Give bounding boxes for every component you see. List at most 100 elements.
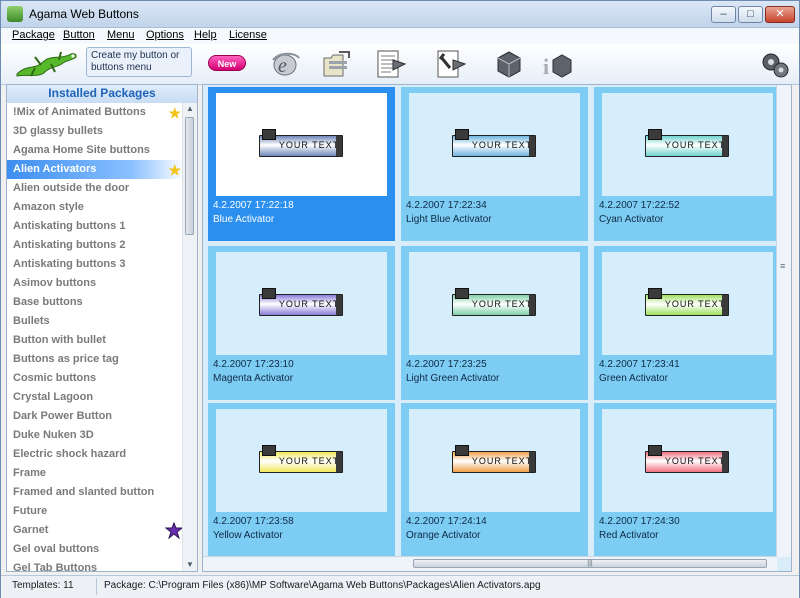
package-item[interactable]: Cosmic buttons — [7, 369, 185, 388]
create-button-hint[interactable]: Create my button or buttons menu — [86, 47, 192, 77]
button-preview-icon — [648, 445, 662, 456]
template-preview: YOUR TEXT — [409, 409, 580, 512]
package-item[interactable]: Garnet — [7, 521, 185, 540]
template-preview: YOUR TEXT — [216, 93, 387, 196]
scroll-down-icon[interactable]: ▼ — [183, 559, 197, 571]
package-item[interactable]: Duke Nuken 3D — [7, 426, 185, 445]
template-name: Light Blue Activator — [406, 214, 492, 225]
menu-license[interactable]: License — [229, 29, 267, 41]
internet-explorer-icon[interactable]: e — [269, 48, 301, 80]
button-preview-text: YOUR TEXT — [664, 140, 726, 150]
package-item-label: Button with bullet — [13, 334, 106, 346]
package-item[interactable]: Bullets — [7, 312, 185, 331]
template-tile[interactable]: YOUR TEXT 4.2.2007 17:24:14 Orange Activat… — [401, 403, 588, 557]
template-tile[interactable]: YOUR TEXT 4.2.2007 17:22:52 Cyan Activator — [594, 87, 781, 241]
template-name: Yellow Activator — [213, 530, 283, 541]
templates-grid: YOUR TEXT 4.2.2007 17:22:18 Blue Activator… — [202, 84, 792, 572]
package-item-label: Garnet — [13, 524, 49, 536]
button-preview-text: YOUR TEXT — [471, 299, 533, 309]
minimize-button[interactable]: – — [711, 6, 736, 23]
package-item[interactable]: Gel oval buttons — [7, 540, 185, 559]
menu-options[interactable]: Options — [146, 29, 184, 41]
template-date: 4.2.2007 17:23:58 — [213, 516, 294, 527]
package-item[interactable]: Buttons as price tag — [7, 350, 185, 369]
template-tile[interactable]: YOUR TEXT 4.2.2007 17:22:18 Blue Activator — [208, 87, 395, 241]
export-icon[interactable] — [321, 48, 353, 80]
package-item[interactable]: Asimov buttons — [7, 274, 185, 293]
package-item-label: Cosmic buttons — [13, 372, 97, 384]
package-item[interactable]: Gel Tab Buttons — [7, 559, 185, 572]
button-preview-icon — [648, 129, 662, 140]
template-tile[interactable]: YOUR TEXT 4.2.2007 17:23:58 Yellow Activat… — [208, 403, 395, 557]
template-preview: YOUR TEXT — [602, 93, 773, 196]
gears-icon[interactable] — [759, 48, 791, 80]
template-preview: YOUR TEXT — [602, 252, 773, 355]
templates-horizontal-scrollbar[interactable]: ||| — [203, 556, 777, 571]
package-item-label: Alien Activators — [13, 163, 97, 175]
button-tools-icon[interactable] — [435, 48, 467, 80]
package-item-label: Frame — [13, 467, 47, 479]
package-item-label: Alien outside the door — [13, 182, 130, 194]
template-name: Cyan Activator — [599, 214, 664, 225]
button-preview: YOUR TEXT — [259, 129, 343, 157]
button-preview: YOUR TEXT — [452, 129, 536, 157]
menu-help[interactable]: Help — [194, 29, 217, 41]
package-item[interactable]: Agama Home Site buttons — [7, 141, 185, 160]
button-preview-cap — [722, 452, 728, 472]
template-tile[interactable]: YOUR TEXT 4.2.2007 17:24:30 Red Activator — [594, 403, 781, 557]
package-item[interactable]: Antiskating buttons 3 — [7, 255, 185, 274]
templates-vertical-scrollbar[interactable]: ≡ — [776, 85, 791, 557]
template-tile[interactable]: YOUR TEXT 4.2.2007 17:23:10 Magenta Activa… — [208, 246, 395, 400]
package-item[interactable]: Antiskating buttons 2 — [7, 236, 185, 255]
package-item[interactable]: Frame — [7, 464, 185, 483]
scroll-up-icon[interactable]: ▲ — [183, 103, 197, 115]
horizontal-scroll-thumb[interactable]: ||| — [413, 559, 767, 568]
button-preview-text: YOUR TEXT — [278, 140, 340, 150]
info-box-icon[interactable]: i — [541, 48, 573, 80]
button-preview-cap — [336, 295, 342, 315]
package-item[interactable]: 3D glassy bullets — [7, 122, 185, 141]
package-item-label: Gel Tab Buttons — [13, 562, 98, 572]
new-button[interactable]: New — [208, 55, 246, 71]
3d-box-icon[interactable] — [493, 48, 525, 80]
package-item[interactable]: !Mix of Animated Buttons ★ — [7, 103, 185, 122]
status-bar: Templates: 11 Package: C:\Program Files … — [1, 575, 799, 598]
status-divider — [96, 578, 97, 595]
template-tile[interactable]: YOUR TEXT 4.2.2007 17:23:41 Green Activato… — [594, 246, 781, 400]
button-script-icon[interactable] — [375, 48, 407, 80]
button-preview-cap — [336, 136, 342, 156]
package-item[interactable]: Amazon style — [7, 198, 185, 217]
package-item[interactable]: Button with bullet — [7, 331, 185, 350]
button-preview-icon — [648, 288, 662, 299]
package-list-scrollbar[interactable]: ▲ ▼ — [182, 103, 197, 571]
package-item[interactable]: Dark Power Button — [7, 407, 185, 426]
maximize-button[interactable]: □ — [738, 6, 763, 23]
package-item[interactable]: Base buttons — [7, 293, 185, 312]
package-item[interactable]: Electric shock hazard — [7, 445, 185, 464]
menu-package[interactable]: Package — [12, 29, 55, 41]
button-preview: YOUR TEXT — [645, 129, 729, 157]
menu-menu[interactable]: Menu — [107, 29, 135, 41]
package-item[interactable]: Future — [7, 502, 185, 521]
new-star-icon — [165, 522, 183, 539]
menu-button[interactable]: Button — [63, 29, 95, 41]
template-tile[interactable]: YOUR TEXT 4.2.2007 17:23:25 Light Green Ac… — [401, 246, 588, 400]
package-item-label: Duke Nuken 3D — [13, 429, 94, 441]
window-title: Agama Web Buttons — [29, 7, 139, 21]
button-preview-cap — [529, 295, 535, 315]
button-preview-icon — [455, 129, 469, 140]
package-item[interactable]: Crystal Lagoon — [7, 388, 185, 407]
package-item[interactable]: Alien Activators ★ — [7, 160, 185, 179]
template-name: Red Activator — [599, 530, 659, 541]
package-item[interactable]: Alien outside the door — [7, 179, 185, 198]
button-preview-cap — [529, 452, 535, 472]
package-item[interactable]: Framed and slanted button — [7, 483, 185, 502]
button-preview-icon — [455, 445, 469, 456]
close-button[interactable]: ✕ — [765, 6, 795, 23]
package-list-scroll-thumb[interactable] — [185, 117, 194, 235]
svg-text:e: e — [278, 55, 287, 77]
svg-text:i: i — [543, 54, 549, 79]
package-item[interactable]: Antiskating buttons 1 — [7, 217, 185, 236]
template-tile[interactable]: YOUR TEXT 4.2.2007 17:22:34 Light Blue Act… — [401, 87, 588, 241]
package-item-label: !Mix of Animated Buttons — [13, 106, 146, 118]
